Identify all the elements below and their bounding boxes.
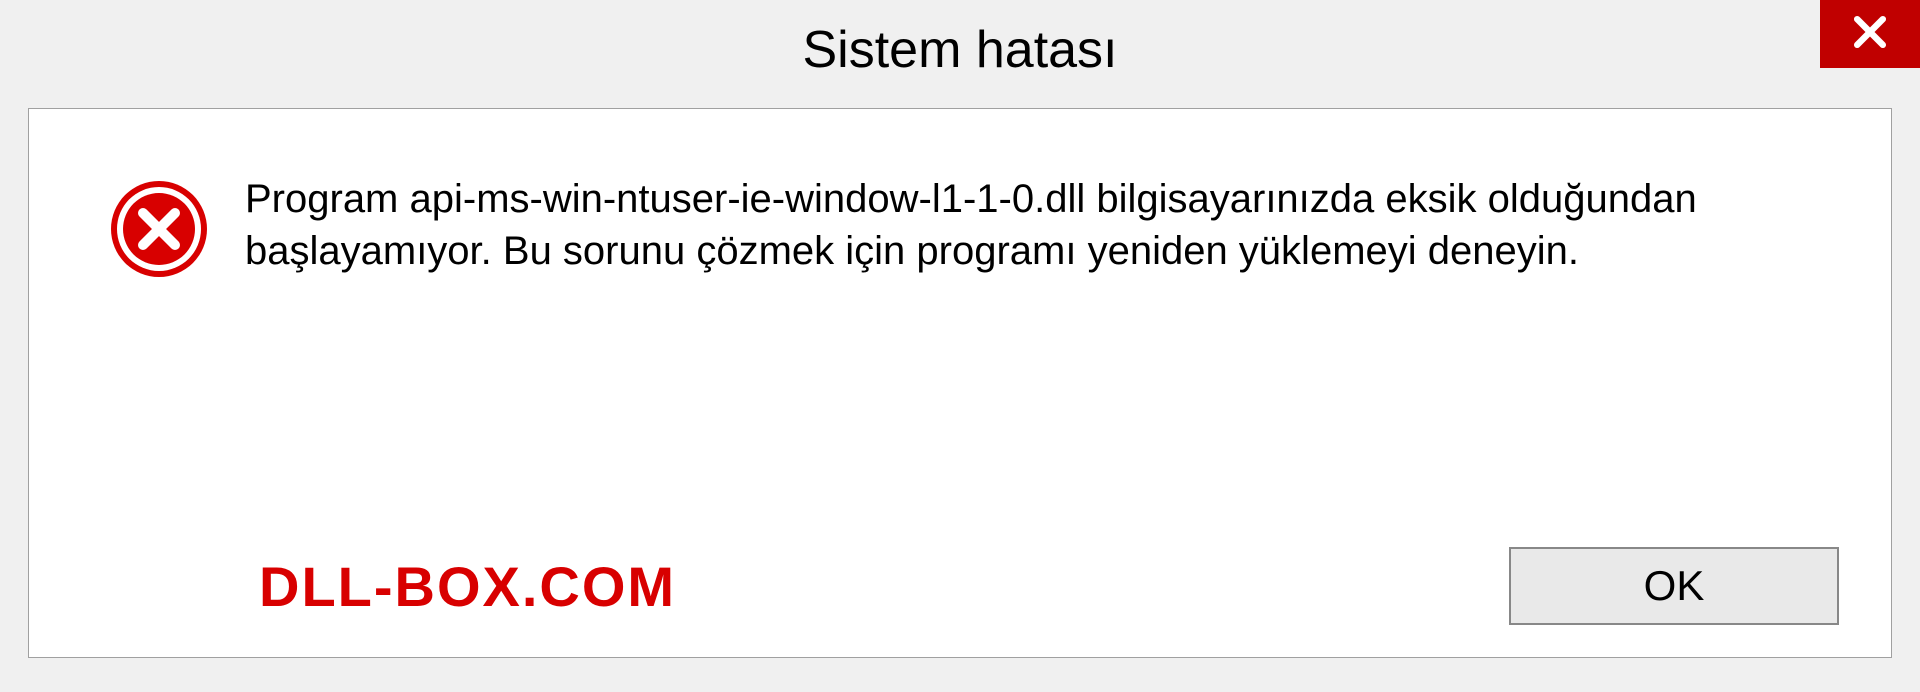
titlebar: Sistem hatası: [0, 0, 1920, 100]
close-icon: [1848, 10, 1892, 59]
close-button[interactable]: [1820, 0, 1920, 68]
ok-button[interactable]: OK: [1509, 547, 1839, 625]
message-row: Program api-ms-win-ntuser-ie-window-l1-1…: [109, 169, 1811, 279]
watermark-text: DLL-BOX.COM: [259, 554, 676, 619]
error-icon: [109, 179, 209, 279]
error-message: Program api-ms-win-ntuser-ie-window-l1-1…: [245, 169, 1745, 277]
dialog-footer: DLL-BOX.COM OK: [29, 547, 1891, 625]
dialog-content-panel: Program api-ms-win-ntuser-ie-window-l1-1…: [28, 108, 1892, 658]
dialog-title: Sistem hatası: [802, 20, 1117, 80]
